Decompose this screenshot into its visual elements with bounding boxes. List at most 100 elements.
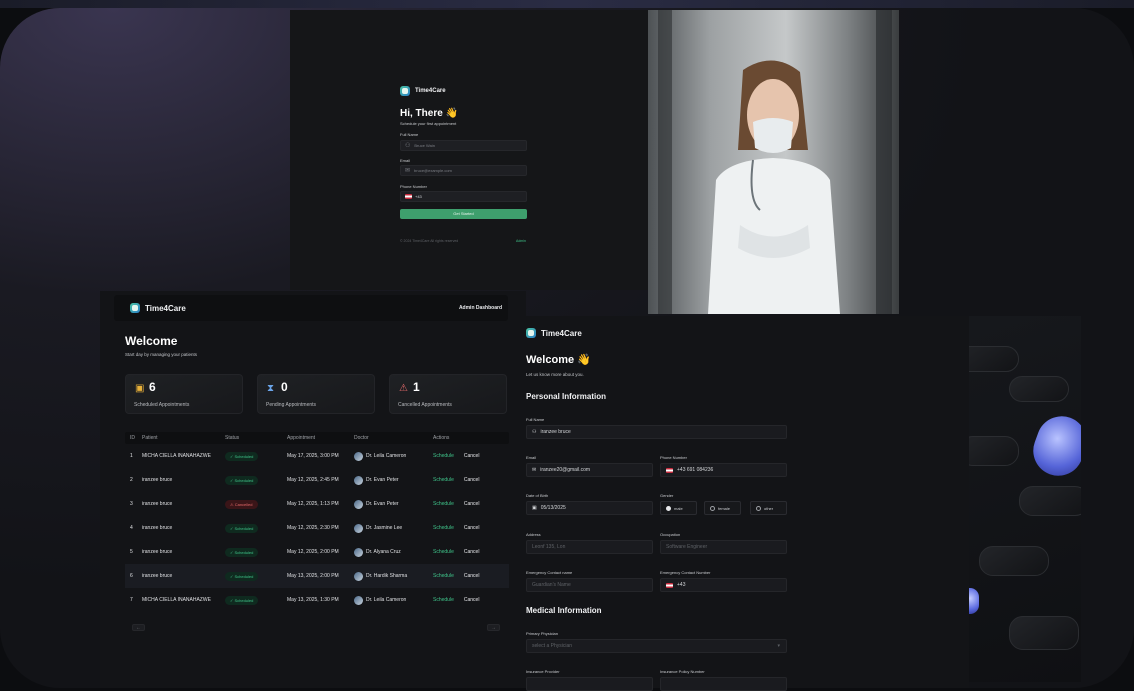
status-text: Scheduled: [234, 549, 254, 555]
schedule-button[interactable]: Schedule: [433, 573, 454, 579]
status-text: Scheduled: [234, 477, 254, 483]
status-badge: ✓ Scheduled: [225, 451, 259, 461]
cancel-button[interactable]: Cancel: [464, 525, 480, 531]
brand-name: Time4Care: [541, 328, 582, 338]
phone-input[interactable]: +43 691 084236: [660, 463, 787, 477]
schedule-button[interactable]: Schedule: [433, 477, 454, 483]
email-label: Email: [526, 455, 537, 460]
cell-patient: MICHA CIELLA INANAHAZWE: [142, 597, 211, 603]
doctor-name: Dr. Leila Cameron: [366, 597, 407, 603]
email-label: Email: [400, 158, 411, 163]
stat-label: Pending Appointments: [266, 402, 317, 408]
schedule-button[interactable]: Schedule: [433, 453, 454, 459]
schedule-button[interactable]: Schedule: [433, 501, 454, 507]
cell-doctor: Dr. Leila Cameron: [354, 595, 433, 605]
reg-title: Welcome 👋: [526, 354, 591, 366]
admin-header: Time4Care Admin Dashboard: [114, 295, 508, 321]
email-input[interactable]: ✉ iranzee20@gmail.com: [526, 463, 653, 477]
dob-input[interactable]: ▣ 05/13/2025: [526, 501, 653, 515]
admin-logo: Time4Care: [130, 303, 186, 313]
logo-icon: [130, 303, 140, 313]
phone-value: +43: [415, 194, 422, 199]
doctor-photo: [648, 10, 899, 314]
stat-card-pending: ⧗ 0 Pending Appointments: [257, 374, 375, 414]
stat-card-cancelled: ⚠ 1 Cancelled Appointments: [389, 374, 507, 414]
col-patient: Patient: [142, 435, 158, 441]
chevron-down-icon: ▾: [777, 643, 780, 649]
address-label: Address: [526, 532, 541, 537]
blue-pill-icon: [1026, 409, 1081, 483]
get-started-button[interactable]: Get Started: [400, 209, 527, 219]
gender-other-radio[interactable]: other: [750, 501, 787, 515]
doctor-name: Dr. Hardik Sharma: [366, 573, 408, 579]
phone-input[interactable]: +43: [400, 191, 527, 202]
cell-appointment: May 17, 2025, 3:00 PM: [287, 453, 339, 459]
cell-appointment: May 13, 2025, 2:00 PM: [287, 573, 339, 579]
table-row: 7 MICHA CIELLA INANAHAZWE ✓ Scheduled May 1…: [125, 588, 509, 612]
cancel-button[interactable]: Cancel: [464, 549, 480, 555]
cell-appointment: May 12, 2025, 1:13 PM: [287, 501, 339, 507]
cell-id: 1: [130, 453, 133, 459]
cell-patient: iranzee bruce: [142, 573, 173, 579]
status-text: Cancelled: [234, 501, 253, 507]
brand-name: Time4Care: [145, 303, 186, 313]
status-badge: ⚠ Cancelled: [225, 499, 258, 509]
prev-page-button[interactable]: ←: [132, 624, 145, 631]
doctor-name: Dr. Jasmine Lee: [366, 525, 403, 531]
occupation-input[interactable]: Software Engineer: [660, 540, 787, 554]
cell-patient: MICHA CIELLA INANAHAZWE: [142, 453, 211, 459]
full-name-input[interactable]: ⚇ Bruce Wain: [400, 140, 527, 151]
top-glow: [0, 0, 1134, 8]
cancel-button[interactable]: Cancel: [464, 477, 480, 483]
gender-male-radio[interactable]: male: [660, 501, 697, 515]
full-name-value: iranzee bruce: [540, 429, 571, 435]
radio-dot: [666, 505, 671, 511]
emergency-name-input[interactable]: Guardian's Name: [526, 578, 653, 592]
table-row: 6 iranzee bruce ✓ Scheduled May 13, 2025, 2…: [125, 564, 509, 588]
decorative-capsules: [969, 316, 1081, 682]
insurance-number-input[interactable]: [660, 677, 787, 691]
cell-appointment: May 13, 2025, 1:30 PM: [287, 597, 339, 603]
emergency-number-input[interactable]: +43: [660, 578, 787, 592]
schedule-button[interactable]: Schedule: [433, 549, 454, 555]
cancel-button[interactable]: Cancel: [464, 501, 480, 507]
cancel-button[interactable]: Cancel: [464, 453, 480, 459]
physician-select[interactable]: select a Physician ▾: [526, 639, 787, 653]
cell-id: 3: [130, 501, 133, 507]
cell-doctor: Dr. Alyana Cruz: [354, 547, 433, 557]
gender-female-radio[interactable]: female: [704, 501, 741, 515]
full-name-label: Full Name: [400, 132, 419, 137]
insurance-provider-input[interactable]: [526, 677, 653, 691]
emergency-name-label: Emergency Contact name: [526, 570, 573, 575]
col-doctor: Doctor: [354, 435, 369, 441]
capsule-shape: [1019, 486, 1081, 516]
next-page-button[interactable]: →: [487, 624, 500, 631]
table-header: ID Patient Status Appointment Doctor Act…: [125, 432, 509, 444]
cancel-button[interactable]: Cancel: [464, 597, 480, 603]
user-icon: ⚇: [405, 143, 411, 149]
cell-status: ✓ Scheduled: [225, 475, 287, 485]
cancel-button[interactable]: Cancel: [464, 573, 480, 579]
cell-status: ✓ Scheduled: [225, 595, 287, 605]
schedule-button[interactable]: Schedule: [433, 525, 454, 531]
brand-name: Time4Care: [415, 88, 446, 94]
avatar: [354, 571, 363, 581]
cell-actions: Schedule Cancel: [433, 573, 509, 579]
phone-label: Phone Number: [660, 455, 687, 460]
admin-link[interactable]: Admin: [516, 239, 526, 243]
gender-label: Gender: [660, 493, 674, 498]
cell-appointment: May 12, 2025, 2:45 PM: [287, 477, 339, 483]
full-name-input[interactable]: ⚇ iranzee bruce: [526, 425, 787, 439]
table-body: 1 MICHA CIELLA INANAHAZWE ✓ Scheduled May 1…: [125, 444, 509, 612]
email-input[interactable]: ✉ bruce@example.com: [400, 165, 527, 176]
capsule-shape: [1009, 376, 1069, 402]
cell-id: 4: [130, 525, 133, 531]
schedule-button[interactable]: Schedule: [433, 597, 454, 603]
gender-option: female: [718, 505, 731, 511]
address-input[interactable]: Leonf 135, Lon: [526, 540, 653, 554]
cell-status: ✓ Scheduled: [225, 547, 287, 557]
cell-actions: Schedule Cancel: [433, 597, 509, 603]
physician-label: Primary Physician: [526, 631, 559, 636]
stat-count: 0: [281, 380, 288, 394]
cell-patient: iranzee bruce: [142, 477, 173, 483]
